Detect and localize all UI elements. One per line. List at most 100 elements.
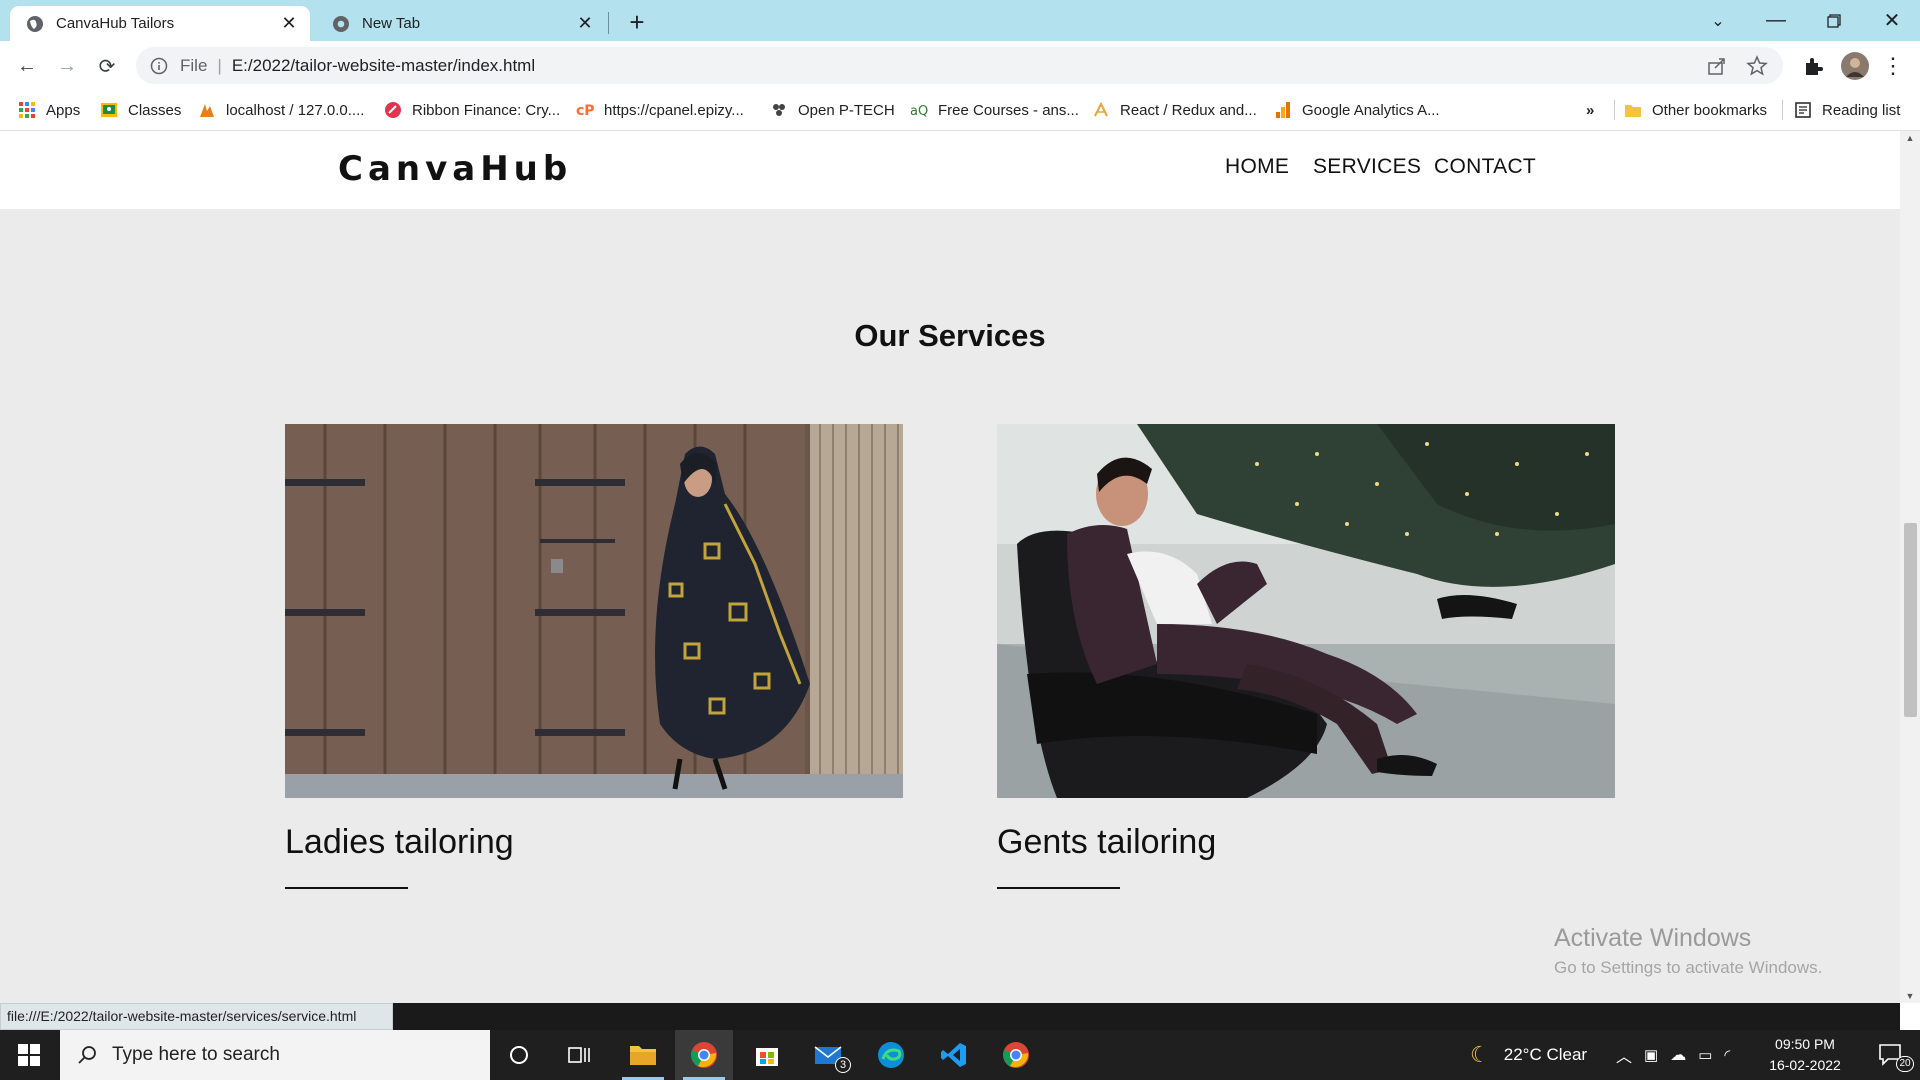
service-card-gents[interactable]: Gents tailoring (997, 424, 1615, 889)
mail-button[interactable]: 3 (800, 1030, 858, 1080)
react-redux-icon (1094, 101, 1108, 117)
edge-icon (878, 1042, 904, 1068)
service-card-ladies[interactable]: Ladies tailoring (285, 424, 903, 889)
bookmark-ribbon-finance[interactable]: Ribbon Finance: Cry... (384, 90, 560, 130)
reload-button[interactable]: ⟳ (90, 49, 124, 83)
onedrive-icon[interactable]: ☁ (1670, 1045, 1686, 1065)
nav-home-link[interactable]: HOME (1225, 155, 1289, 179)
svg-text:cP: cP (576, 103, 594, 119)
bookmark-google-analytics[interactable]: Google Analytics A... (1274, 90, 1440, 130)
cpanel-icon: cP (576, 103, 594, 119)
clock-time: 09:50 PM (1775, 1036, 1835, 1052)
chrome-taskbar-button[interactable] (675, 1030, 733, 1080)
profile-avatar[interactable] (1840, 51, 1870, 81)
restore-button[interactable] (1806, 0, 1862, 41)
bookmarks-overflow-button[interactable]: » (1586, 90, 1594, 130)
site-logo[interactable]: CanvaHub (338, 149, 572, 189)
bookmark-label: Ribbon Finance: Cry... (412, 101, 561, 119)
bookmark-label: Other bookmarks (1652, 101, 1768, 119)
activate-windows-subtitle: Go to Settings to activate Windows. (1554, 958, 1823, 977)
reading-list-icon (1795, 102, 1811, 118)
microsoft-store-button[interactable] (738, 1030, 796, 1080)
service-label[interactable]: Gents tailoring (997, 823, 1615, 862)
close-window-button[interactable]: ✕ (1864, 0, 1920, 41)
notification-badge: 20 (1896, 1056, 1914, 1072)
forward-button[interactable]: → (50, 49, 84, 83)
close-tab-icon[interactable]: ✕ (572, 11, 598, 37)
tab-search-icon[interactable]: ⌄ (1690, 0, 1746, 41)
share-icon[interactable] (1706, 55, 1728, 77)
show-hidden-icons[interactable]: ︿ (1616, 1043, 1632, 1067)
other-bookmarks-button[interactable]: Other bookmarks (1624, 90, 1767, 130)
courses-icon: aQ (910, 104, 928, 119)
page-scrollbar[interactable]: ▲ ▼ (1900, 131, 1920, 1003)
scroll-up-arrow[interactable]: ▲ (1905, 133, 1915, 143)
bookmark-label: Free Courses - ans... (938, 101, 1079, 119)
taskbar-search[interactable]: Type here to search (60, 1030, 490, 1080)
windows-logo-icon (18, 1044, 40, 1066)
address-bar[interactable]: File | E:/2022/tailor-website-master/ind… (136, 47, 1783, 84)
service-underline (285, 887, 408, 889)
page-viewport: CanvaHub HOME SERVICES CONTACT Our Servi… (0, 131, 1900, 1003)
ladies-tailoring-photo[interactable] (285, 424, 903, 798)
battery-icon[interactable]: ▭ (1698, 1046, 1712, 1064)
bookmark-free-courses[interactable]: aQ Free Courses - ans... (910, 90, 1079, 130)
menu-kebab-icon[interactable]: ⋮ (1880, 53, 1906, 79)
bookmark-classes[interactable]: Classes (100, 90, 181, 130)
section-title: Our Services (854, 318, 1046, 353)
bookmark-divider (1614, 100, 1615, 120)
bookmark-cpanel[interactable]: cP https://cpanel.epizy... (576, 90, 744, 130)
wifi-icon[interactable]: ◜ (1724, 1046, 1730, 1064)
close-tab-icon[interactable]: ✕ (276, 11, 302, 37)
extensions-icon[interactable] (1800, 53, 1826, 79)
folder-icon (630, 1046, 656, 1065)
scrollbar-thumb[interactable] (1904, 523, 1917, 717)
back-button[interactable]: ← (10, 49, 44, 83)
cortana-button[interactable] (490, 1030, 548, 1080)
bookmark-label: Reading list (1822, 101, 1901, 119)
weather-widget[interactable]: ☾ 22°C Clear (1470, 1030, 1587, 1080)
tab-new-tab[interactable]: New Tab ✕ (316, 6, 606, 41)
vscode-button[interactable] (925, 1030, 983, 1080)
system-tray: ︿ ▣ ☁ ▭ ◜ (1616, 1030, 1730, 1080)
tab-divider (608, 12, 609, 34)
task-view-button[interactable] (550, 1030, 608, 1080)
bookmark-star-icon[interactable] (1746, 55, 1768, 77)
meet-now-icon[interactable]: ▣ (1644, 1046, 1658, 1064)
chrome-profile-button[interactable] (987, 1030, 1045, 1080)
tab-canvahub[interactable]: CanvaHub Tailors ✕ (10, 6, 310, 41)
clock-date: 16-02-2022 (1769, 1057, 1841, 1073)
reading-list-button[interactable]: Reading list (1794, 90, 1900, 130)
system-clock[interactable]: 09:50 PM 16-02-2022 (1760, 1034, 1850, 1076)
bookmark-label: https://cpanel.epizy... (604, 101, 744, 119)
bookmark-localhost[interactable]: localhost / 127.0.0.... (198, 90, 364, 130)
ribbon-icon (385, 102, 401, 118)
apps-grid-icon (19, 102, 35, 118)
address-url[interactable]: E:/2022/tailor-website-master/index.html (232, 56, 535, 76)
nav-services-link[interactable]: SERVICES (1313, 155, 1421, 179)
service-label[interactable]: Ladies tailoring (285, 823, 903, 862)
bookmark-open-ptech[interactable]: Open P-TECH (770, 90, 895, 130)
address-divider: | (217, 55, 222, 75)
gents-tailoring-photo[interactable] (997, 424, 1615, 798)
chrome-icon (1003, 1042, 1029, 1068)
start-button[interactable] (0, 1030, 58, 1080)
scroll-down-arrow[interactable]: ▼ (1905, 991, 1915, 1001)
info-icon[interactable] (150, 57, 168, 75)
bookmark-divider (1782, 100, 1783, 120)
bookmark-apps[interactable]: Apps (18, 90, 80, 130)
svg-text:aQ: aQ (910, 104, 928, 119)
minimize-button[interactable]: — (1748, 0, 1804, 41)
bookmark-label: React / Redux and... (1120, 101, 1257, 119)
weather-text: 22°C Clear (1503, 1045, 1588, 1064)
notification-center-button[interactable]: 20 (1862, 1030, 1920, 1080)
vscode-icon (941, 1043, 966, 1067)
edge-button[interactable] (862, 1030, 920, 1080)
nav-contact-link[interactable]: CONTACT (1434, 155, 1536, 179)
file-explorer-button[interactable] (614, 1030, 672, 1080)
bookmark-react-redux[interactable]: React / Redux and... (1092, 90, 1257, 130)
bookmark-label: localhost / 127.0.0.... (226, 101, 365, 119)
tab-strip: CanvaHub Tailors ✕ New Tab ✕ + ⌄ — ✕ (0, 0, 1920, 41)
new-tab-button[interactable]: + (622, 8, 652, 38)
chrome-icon (333, 15, 349, 32)
